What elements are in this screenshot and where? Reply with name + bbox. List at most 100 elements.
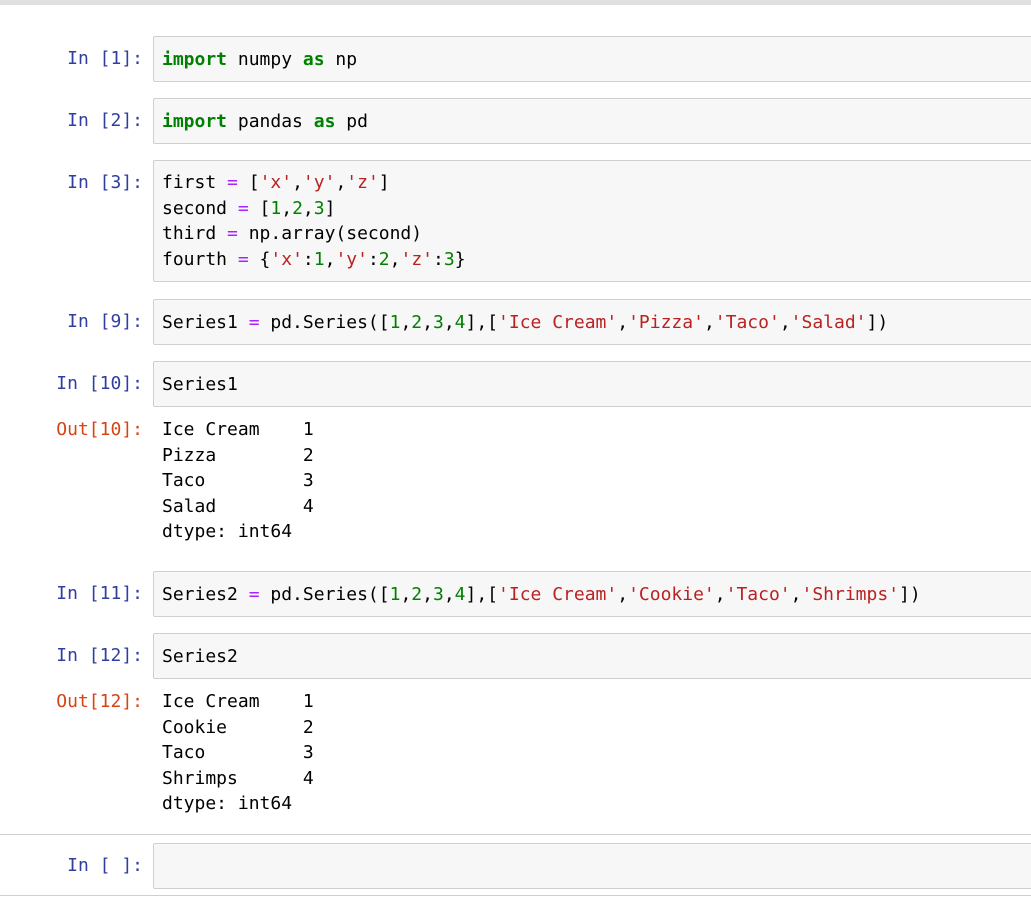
code-token: 'Taco' <box>714 312 780 333</box>
bottom-border <box>0 895 1031 896</box>
code-input[interactable]: first = ['x','y','z'] second = [1,2,3] thi… <box>153 160 1031 282</box>
code-line: import pandas as pd <box>162 109 368 135</box>
code-token: third <box>162 223 228 244</box>
code-token: = <box>248 584 260 605</box>
code-token: , <box>617 312 629 333</box>
code-input[interactable]: import numpy as np <box>153 36 1031 82</box>
code-token: : <box>302 248 314 270</box>
code-token: 3 <box>313 197 325 219</box>
code-token: ],[ <box>465 312 499 333</box>
code-token: 'y' <box>302 172 336 193</box>
code-token: = <box>227 223 238 244</box>
code-token: pandas <box>227 111 314 132</box>
code-input[interactable]: Series2 <box>153 633 1031 679</box>
code-token: 'Salad' <box>790 312 867 333</box>
code-token: , <box>422 584 433 605</box>
code-token: pd.Series([ <box>259 312 390 333</box>
code-token: , <box>281 197 293 219</box>
code-token: , <box>703 312 715 333</box>
code-token: , <box>443 584 455 605</box>
code-token: = <box>237 248 249 270</box>
code-token: 1 <box>389 584 401 605</box>
code-line: Series1 = pd.Series([1,2,3,4],['Ice Crea… <box>162 310 888 336</box>
code-token: , <box>389 248 401 270</box>
code-token: , <box>335 172 347 193</box>
code-token: Series1 <box>162 312 249 333</box>
code-input[interactable]: import pandas as pd <box>153 98 1031 144</box>
code-token: 'Pizza' <box>628 312 704 333</box>
code-token: 4 <box>454 312 466 333</box>
input-prompt: In [ ]: <box>67 855 143 876</box>
code-token: = <box>237 197 249 219</box>
code-token: [ <box>248 197 271 219</box>
selected-cell-border <box>0 834 1031 835</box>
code-token: numpy <box>227 49 303 70</box>
code-line: Series2 = pd.Series([1,2,3,4],['Ice Crea… <box>162 582 921 608</box>
code-token: 3 <box>443 248 455 270</box>
code-token: Series1 <box>162 374 238 395</box>
code-token: : <box>433 248 444 270</box>
code-token: 'x' <box>270 248 303 270</box>
code-line: second = [1,2,3] <box>162 196 466 222</box>
code-token: [ <box>237 172 260 193</box>
notebook-top-border <box>0 0 1031 5</box>
code-token: , <box>292 172 303 193</box>
code-token: , <box>617 584 629 605</box>
code-token: = <box>248 312 260 333</box>
code-token: 2 <box>292 197 303 219</box>
code-token: , <box>400 312 412 333</box>
code-token: 3 <box>432 312 444 333</box>
code-token: , <box>400 584 412 605</box>
code-token: , <box>779 312 791 333</box>
code-line: fourth = {'x':1,'y':2,'z':3} <box>162 247 466 273</box>
input-prompt: In [3]: <box>67 172 143 193</box>
input-prompt: In [11]: <box>56 583 143 604</box>
code-token: 'y' <box>335 248 368 270</box>
code-token: Series2 <box>162 584 249 605</box>
input-prompt: In [2]: <box>67 110 143 131</box>
code-token: np <box>324 49 358 70</box>
code-token: 2 <box>378 248 390 270</box>
code-token: 'x' <box>259 172 293 193</box>
output-prompt: Out[10]: <box>56 419 143 440</box>
code-token: second <box>162 197 238 219</box>
code-token: 2 <box>411 584 423 605</box>
code-input[interactable]: Series1 = pd.Series([1,2,3,4],['Ice Crea… <box>153 299 1031 345</box>
code-token: ]) <box>866 312 889 333</box>
input-prompt: In [10]: <box>56 373 143 394</box>
code-token: 'Ice Cream' <box>498 312 618 333</box>
code-token: , <box>302 197 314 219</box>
code-input-empty[interactable]: ​ <box>153 843 1031 889</box>
code-token: , <box>443 312 455 333</box>
code-line: third = np.array(second) <box>162 221 466 247</box>
code-token: = <box>227 172 238 193</box>
code-token: 'z' <box>400 248 433 270</box>
code-text: first = ['x','y','z'] second = [1,2,3] thi… <box>162 170 466 272</box>
code-token: 'Ice Cream' <box>498 584 618 605</box>
input-prompt: In [12]: <box>56 645 143 666</box>
code-text: import pandas as pd <box>162 109 368 135</box>
code-token: ],[ <box>465 584 499 605</box>
output-prompt: Out[12]: <box>56 691 143 712</box>
code-token: } <box>454 248 466 270</box>
input-prompt: In [1]: <box>67 48 143 69</box>
code-token: 1 <box>313 248 325 270</box>
code-token: fourth <box>162 248 238 270</box>
output-text: Ice Cream 1 Cookie 2 Taco 3 Shrimps 4 dt… <box>162 691 314 814</box>
code-token: as <box>302 49 325 70</box>
code-token: pd.Series([ <box>259 584 390 605</box>
code-token: import <box>162 111 228 132</box>
code-token: ] <box>378 172 390 193</box>
code-token: 3 <box>432 584 444 605</box>
code-text: Series1 <box>162 372 238 398</box>
code-token: 'Shrimps' <box>801 584 900 605</box>
code-token: , <box>422 312 433 333</box>
code-token: pd <box>335 111 368 132</box>
code-token: : <box>367 248 379 270</box>
code-text: Series2 = pd.Series([1,2,3,4],['Ice Crea… <box>162 582 921 608</box>
code-input[interactable]: Series2 = pd.Series([1,2,3,4],['Ice Crea… <box>153 571 1031 617</box>
code-line: Series1 <box>162 372 238 398</box>
code-line: first = ['x','y','z'] <box>162 170 466 196</box>
code-token: 1 <box>389 312 401 333</box>
code-input[interactable]: Series1 <box>153 361 1031 407</box>
